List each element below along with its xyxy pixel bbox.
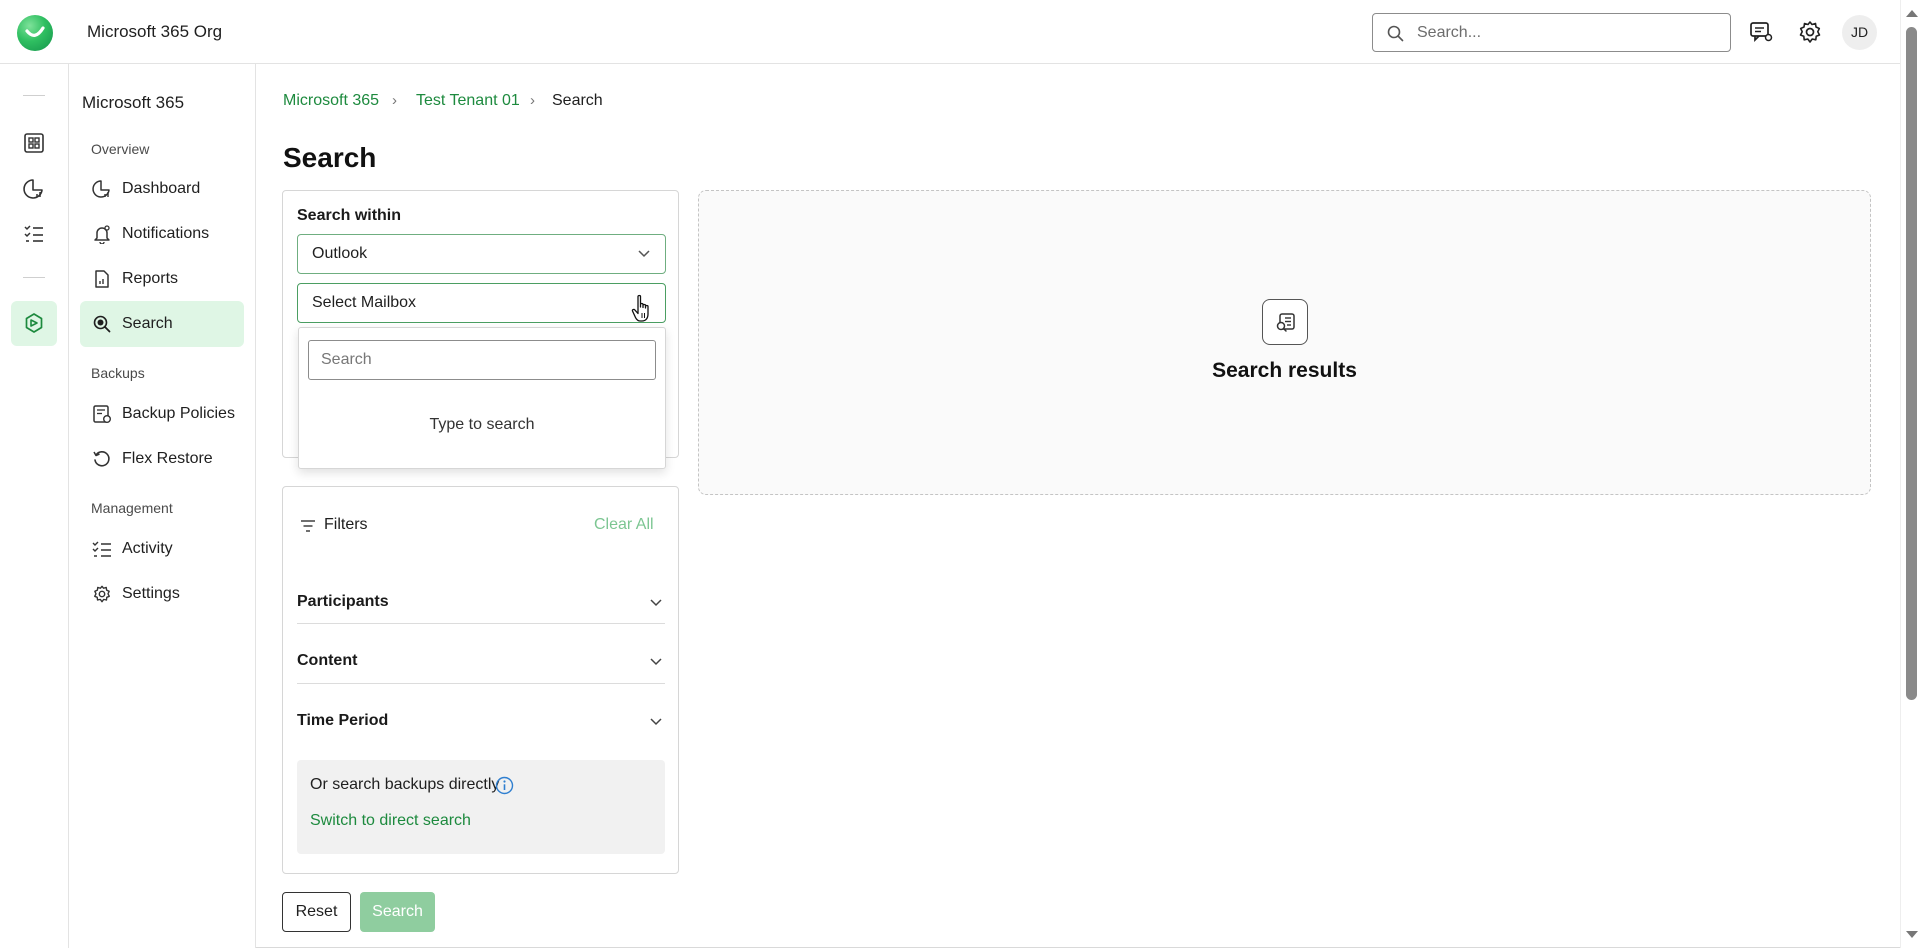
analytics-icon[interactable] (22, 177, 46, 201)
global-search[interactable] (1372, 13, 1731, 52)
sidebar-item-backup-policies[interactable]: Backup Policies (80, 391, 244, 437)
service-select[interactable]: Outlook (297, 234, 666, 274)
filter-section-label: Time Period (297, 712, 389, 729)
page-scrollbar[interactable] (1900, 0, 1922, 948)
dropdown-empty-hint: Type to search (429, 416, 535, 433)
rail-divider (23, 277, 45, 278)
info-icon[interactable] (495, 776, 514, 795)
sidebar-item-label: Settings (122, 585, 180, 602)
activity-list-icon (92, 541, 111, 557)
sidebar: Microsoft 365 Overview Dashboard Notific… (69, 64, 256, 948)
sidebar-item-search[interactable]: Search (80, 301, 244, 347)
sidebar-item-activity[interactable]: Activity (80, 526, 244, 572)
scroll-thumb[interactable] (1906, 27, 1917, 700)
chevron-down-icon (650, 599, 662, 607)
breadcrumb-microsoft365[interactable]: Microsoft 365 (283, 92, 379, 110)
bell-icon (94, 225, 110, 244)
sidebar-item-label: Flex Restore (122, 450, 213, 467)
scroll-up-arrow[interactable] (1906, 10, 1918, 17)
sidebar-item-label: Reports (122, 270, 179, 287)
mailbox-select-value: Select Mailbox (312, 294, 417, 311)
rail-divider (23, 95, 45, 96)
sidebar-item-flex-restore[interactable]: Flex Restore (80, 436, 244, 482)
search-within-label: Search within (297, 207, 402, 224)
restore-icon (93, 451, 110, 467)
search-results-area: Search results (698, 190, 1871, 495)
sidebar-item-label: Backup Policies (122, 405, 235, 422)
sidebar-item-label: Notifications (122, 225, 210, 242)
mailbox-dropdown: Type to search (298, 327, 666, 469)
sidebar-item-label: Search (122, 315, 173, 332)
task-list-icon[interactable] (22, 222, 46, 246)
global-search-input[interactable] (1417, 22, 1717, 44)
clear-all-link[interactable]: Clear All (594, 516, 654, 534)
breadcrumb-current: Search (552, 92, 603, 109)
page-title: Search (283, 142, 377, 173)
chevron-down-icon (638, 250, 650, 258)
service-select-value: Outlook (312, 245, 368, 262)
sidebar-item-label: Dashboard (122, 180, 201, 197)
filter-lines-icon (301, 520, 315, 532)
switch-to-direct-search-link[interactable]: Switch to direct search (310, 812, 471, 830)
breadcrumb-separator: › (530, 92, 535, 109)
backup-policy-icon (93, 405, 111, 423)
gear-icon (94, 585, 110, 603)
search-results-icon (1262, 299, 1308, 345)
reset-button[interactable]: Reset (282, 892, 351, 932)
mailbox-select[interactable]: Select Mailbox (297, 283, 666, 323)
sidebar-item-settings[interactable]: Settings (80, 571, 244, 617)
search-results-title: Search results (1212, 359, 1357, 382)
sidebar-item-reports[interactable]: Reports (80, 256, 244, 302)
filter-section-label: Content (297, 652, 358, 669)
report-icon (95, 270, 109, 288)
filter-section-label: Participants (297, 593, 389, 610)
hand-pointer-cursor-icon (631, 294, 649, 322)
chevron-down-icon (650, 718, 662, 726)
breadcrumb-separator: › (392, 92, 397, 109)
search-icon (93, 315, 111, 333)
search-icon (1387, 25, 1404, 42)
direct-search-text: Or search backups directly (310, 776, 500, 793)
sidebar-group-overview: Overview (91, 141, 150, 157)
app-logo[interactable] (17, 15, 53, 51)
breadcrumb-tenant[interactable]: Test Tenant 01 (416, 92, 520, 110)
chat-settings-icon[interactable] (1748, 19, 1774, 45)
mailbox-search-input[interactable] (308, 340, 656, 380)
gear-icon[interactable] (1797, 19, 1823, 45)
icon-rail (0, 64, 69, 948)
org-name: Microsoft 365 Org (87, 22, 223, 41)
top-bar: Microsoft 365 Org JD (0, 0, 1900, 64)
sidebar-item-notifications[interactable]: Notifications (80, 211, 244, 257)
filter-divider (297, 683, 665, 684)
filter-time-period[interactable]: Time Period (297, 693, 665, 751)
sidebar-group-backups: Backups (91, 365, 145, 381)
scroll-down-arrow[interactable] (1906, 931, 1918, 938)
overview-grid-icon[interactable] (22, 131, 46, 155)
microsoft365-icon[interactable] (22, 311, 46, 335)
sidebar-group-management: Management (91, 500, 173, 516)
sidebar-item-dashboard[interactable]: Dashboard (80, 166, 244, 212)
direct-search-box: Or search backups directly Switch to dir… (297, 760, 665, 854)
search-button[interactable]: Search (360, 892, 435, 932)
document-search-icon (1276, 313, 1295, 332)
filter-divider (297, 623, 665, 624)
dashboard-icon (92, 180, 110, 198)
chevron-down-icon (650, 658, 662, 666)
filters-label: Filters (324, 516, 368, 533)
sidebar-item-label: Activity (122, 540, 173, 557)
check-logo-icon (25, 26, 45, 37)
user-avatar[interactable]: JD (1842, 15, 1877, 50)
sidebar-title: Microsoft 365 (82, 93, 185, 112)
